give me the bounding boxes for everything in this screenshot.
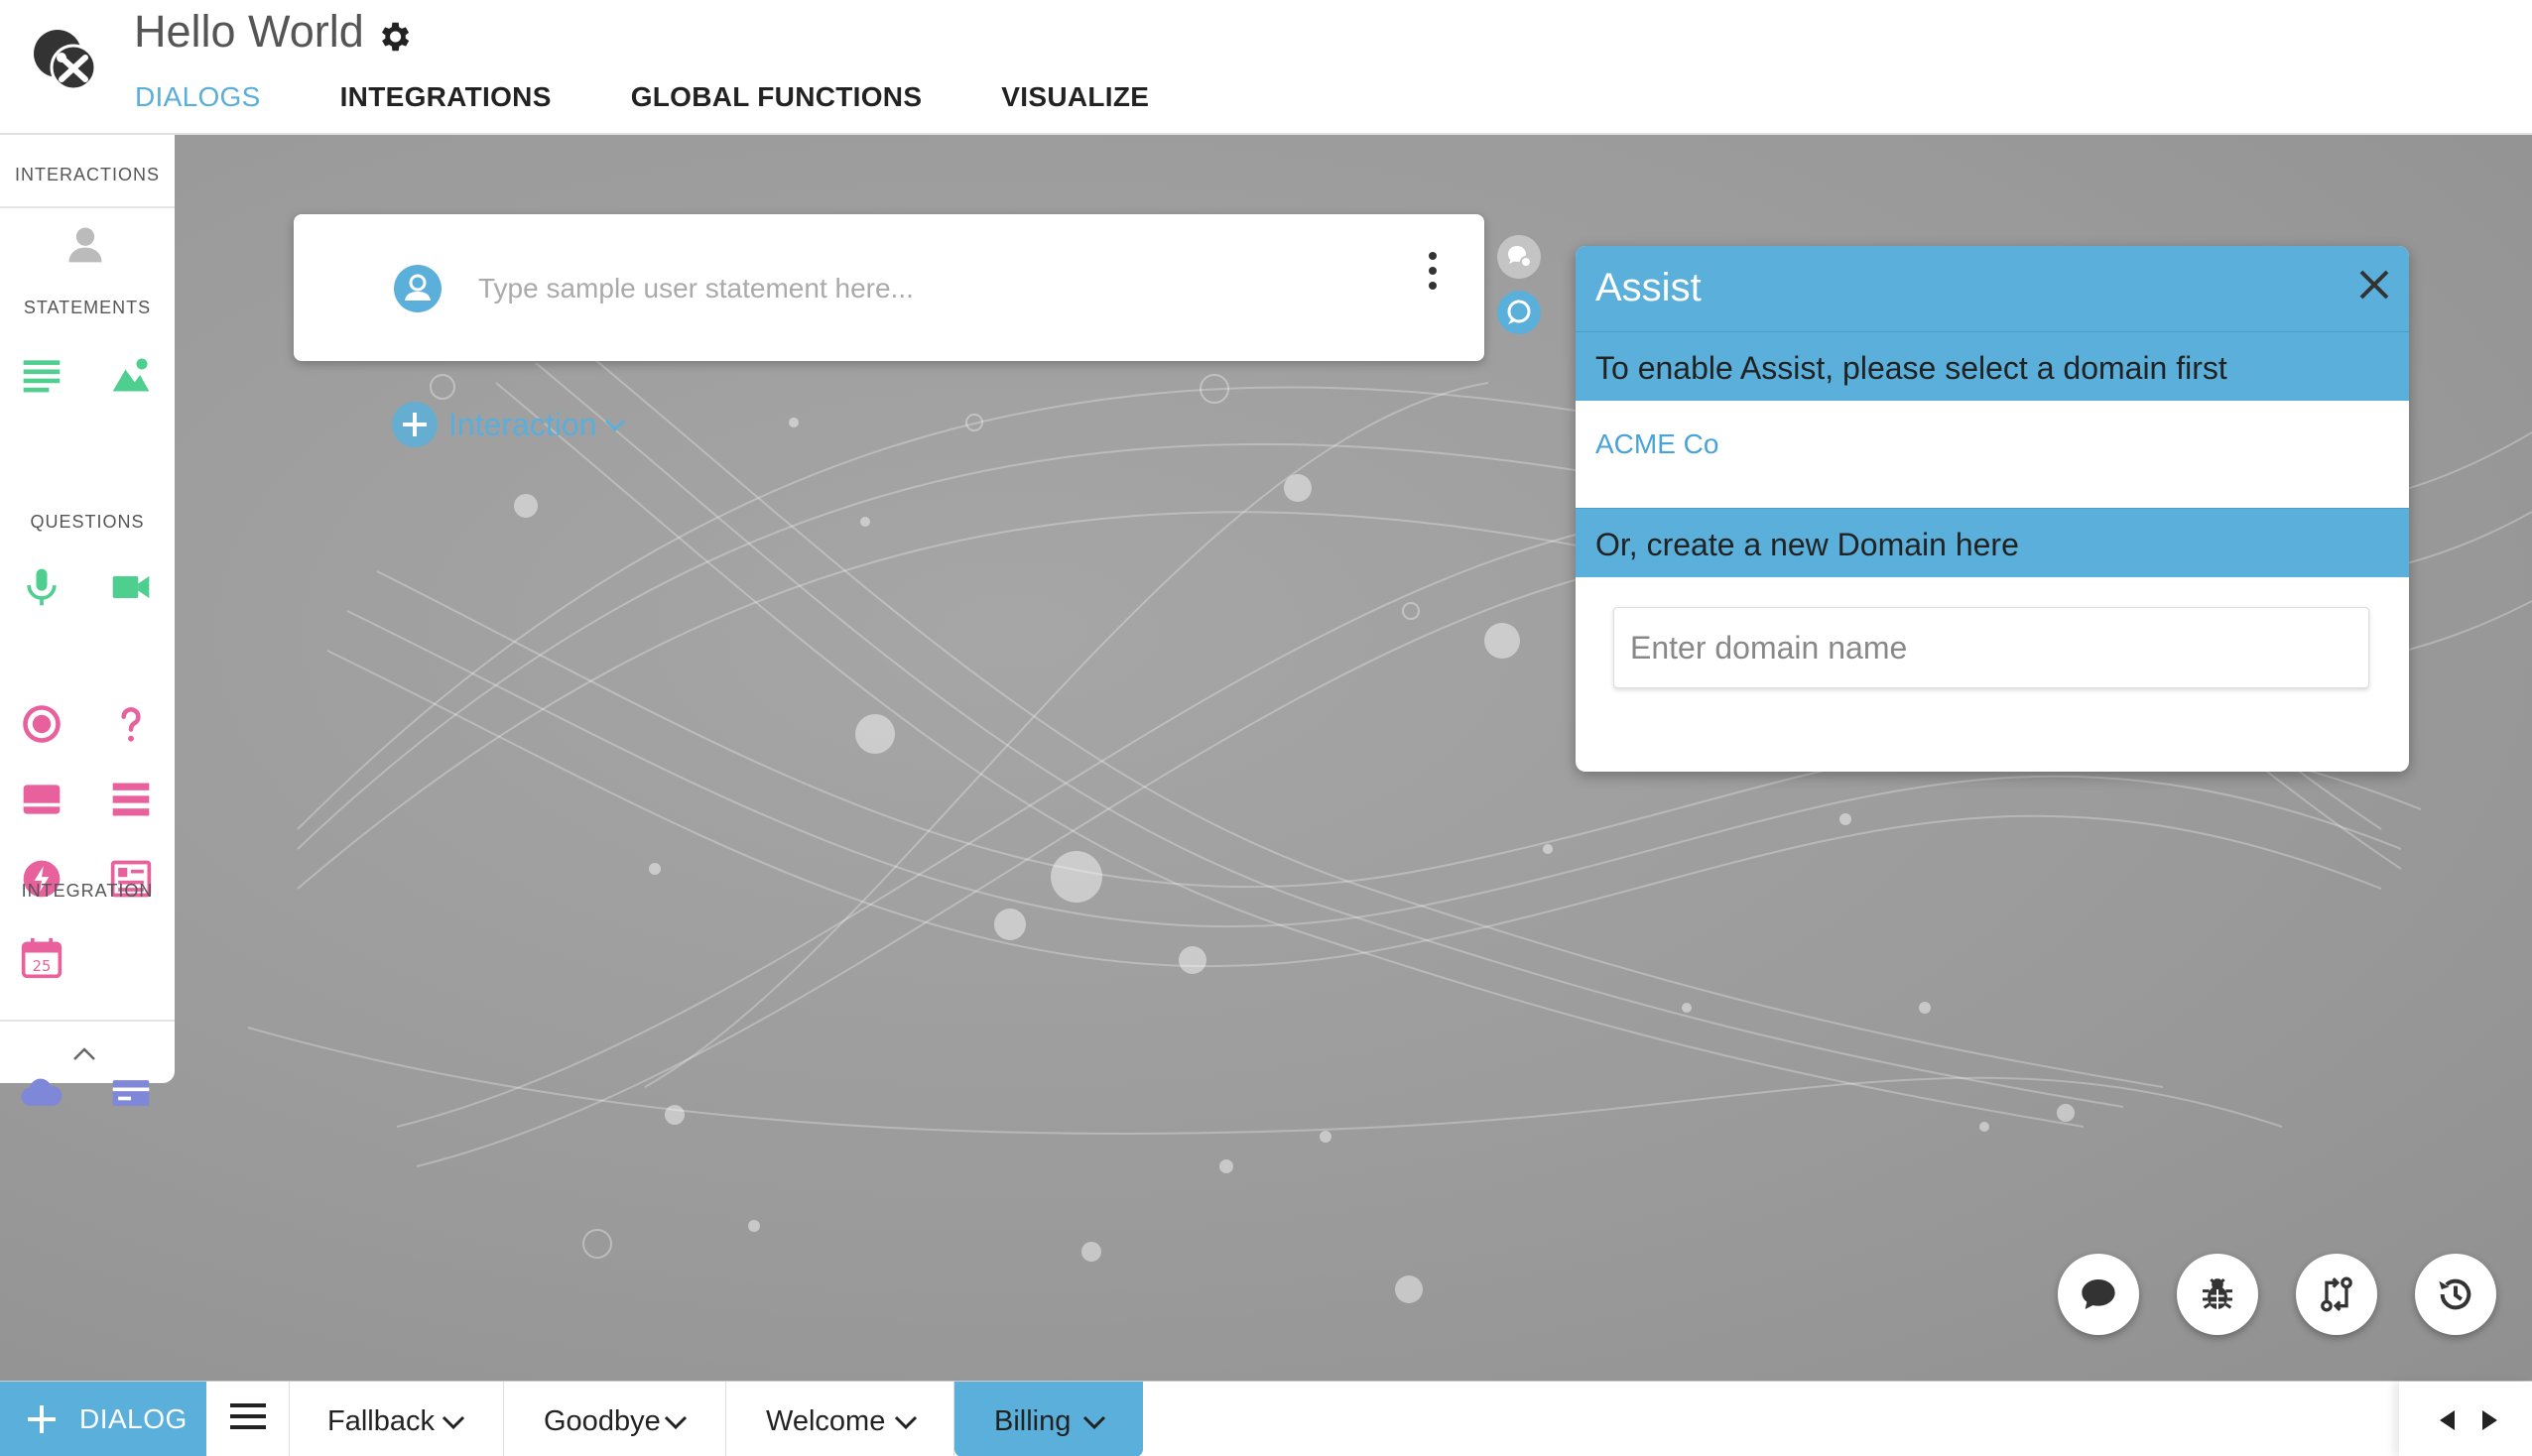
- section-questions-label: QUESTIONS: [30, 512, 145, 532]
- dialog-tab-label: Billing: [994, 1405, 1072, 1437]
- user-statement-card: [294, 214, 1484, 361]
- assist-header: Assist: [1576, 246, 2409, 331]
- image-statement-icon[interactable]: [109, 353, 153, 397]
- text-statement-icon[interactable]: [20, 353, 63, 397]
- main-nav: DIALOGS INTEGRATIONS GLOBAL FUNCTIONS VI…: [135, 81, 1228, 113]
- domain-option-acme[interactable]: ACME Co: [1595, 428, 1718, 460]
- chat-preview-button[interactable]: [2058, 1254, 2139, 1335]
- assist-select-domain-text: To enable Assist, please select a domain…: [1595, 350, 2227, 386]
- user-interaction-icon[interactable]: [63, 222, 107, 266]
- assist-title: Assist: [1595, 266, 1702, 309]
- dialog-tab-label: Goodbye: [544, 1405, 661, 1437]
- chevron-down-icon[interactable]: [663, 1411, 689, 1433]
- video-statement-icon[interactable]: [109, 565, 153, 609]
- cloud-integration-icon[interactable]: [20, 1071, 63, 1115]
- settings-gear-icon[interactable]: [375, 18, 413, 56]
- chevron-down-icon[interactable]: [1081, 1411, 1107, 1433]
- radio-question-icon[interactable]: [20, 702, 63, 746]
- page-title: Hello World: [134, 6, 364, 57]
- tab-integrations[interactable]: INTEGRATIONS: [340, 81, 552, 113]
- tab-global-functions[interactable]: GLOBAL FUNCTIONS: [631, 81, 923, 113]
- close-icon[interactable]: [2351, 262, 2397, 307]
- add-circle-icon: [392, 402, 438, 447]
- list-question-icon[interactable]: [109, 778, 153, 821]
- user-avatar-icon: [394, 265, 442, 312]
- section-statements-label: STATEMENTS: [23, 298, 152, 317]
- open-question-icon[interactable]: [109, 702, 153, 746]
- collapse-palette-chevron-up-icon[interactable]: [69, 1042, 99, 1066]
- bot-settings-icon[interactable]: [1496, 234, 1542, 280]
- section-interactions-label: INTERACTIONS: [14, 165, 160, 184]
- dialog-tab-welcome[interactable]: Welcome: [726, 1382, 954, 1456]
- dialog-tab-goodbye[interactable]: Goodbye: [504, 1382, 726, 1456]
- dialog-tab-label: Fallback: [327, 1405, 435, 1437]
- add-interaction-label: Interaction: [448, 406, 597, 442]
- dialog-tab-fallback[interactable]: Fallback: [290, 1382, 504, 1456]
- debug-button[interactable]: [2177, 1254, 2258, 1335]
- add-dialog-label: DIALOG: [79, 1403, 188, 1434]
- chat-bubble-icon: [2082, 1279, 2115, 1309]
- hamburger-menu-icon: [230, 1403, 266, 1429]
- card-question-icon[interactable]: [20, 778, 63, 821]
- plus-icon: [28, 1405, 56, 1433]
- domain-name-input[interactable]: [1613, 607, 2369, 688]
- tab-visualize[interactable]: VISUALIZE: [1001, 81, 1149, 113]
- version-compare-button[interactable]: [2296, 1254, 2377, 1335]
- more-options-icon[interactable]: [1425, 246, 1441, 296]
- scroll-left-arrow-icon[interactable]: [2435, 1407, 2461, 1433]
- chevron-down-icon[interactable]: [893, 1411, 919, 1433]
- chevron-down-icon: [605, 419, 626, 432]
- section-integration-label: INTEGRATION: [21, 881, 154, 901]
- palette-divider: [0, 1020, 175, 1022]
- chevron-down-icon[interactable]: [441, 1411, 466, 1433]
- component-palette: INTERACTIONS STATEMENTS QUESTIONS 25 INT…: [0, 135, 175, 1106]
- tab-scroll-controls: [2399, 1382, 2532, 1456]
- app-header: Hello World DIALOGS INTEGRATIONS GLOBAL …: [0, 0, 2532, 135]
- assist-panel: Assist To enable Assist, please select a…: [1576, 246, 2409, 772]
- calendar-day-text: 25: [33, 958, 52, 975]
- user-statement-input[interactable]: [478, 264, 1371, 313]
- audio-statement-icon[interactable]: [20, 565, 63, 609]
- app-logo-icon: [34, 30, 97, 91]
- calendar-question-icon[interactable]: 25: [20, 936, 63, 980]
- dialog-menu-button[interactable]: [206, 1382, 290, 1456]
- dialog-tab-billing[interactable]: Billing: [954, 1382, 1143, 1456]
- dialog-tab-bar: DIALOG Fallback Goodbye Welcome Billing: [0, 1381, 2532, 1456]
- assist-chat-icon[interactable]: [1496, 290, 1542, 335]
- dialog-tab-label: Welcome: [766, 1405, 886, 1437]
- tab-dialogs[interactable]: DIALOGS: [135, 81, 261, 113]
- palette-divider: [0, 206, 175, 208]
- payment-integration-icon[interactable]: [109, 1071, 153, 1115]
- add-interaction-button[interactable]: Interaction: [391, 401, 630, 448]
- history-icon: [2439, 1278, 2471, 1310]
- assist-select-domain-banner: To enable Assist, please select a domain…: [1576, 331, 2409, 401]
- add-dialog-button[interactable]: DIALOG: [0, 1382, 206, 1456]
- git-compare-icon: [2321, 1276, 2352, 1312]
- history-button[interactable]: [2415, 1254, 2496, 1335]
- assist-create-domain-text: Or, create a new Domain here: [1595, 527, 2019, 562]
- assist-create-domain-banner: Or, create a new Domain here: [1576, 508, 2409, 577]
- bug-icon: [2203, 1277, 2232, 1309]
- scroll-right-arrow-icon[interactable]: [2476, 1407, 2502, 1433]
